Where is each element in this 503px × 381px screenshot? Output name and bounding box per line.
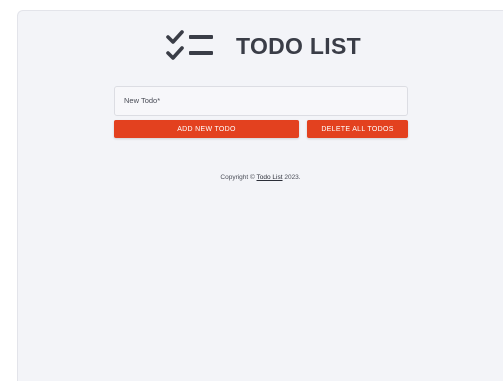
app-container: TODO LIST New Todo* ADD NEW TODO DELETE … [17,10,503,381]
copyright-year: 2023. [282,174,301,181]
footer-link[interactable]: Todo List [257,174,283,181]
app-header: TODO LIST [18,29,503,63]
delete-all-button[interactable]: DELETE ALL TODOS [307,120,408,138]
checklist-icon [166,30,214,60]
copyright-prefix: Copyright © [220,174,257,181]
add-todo-button[interactable]: ADD NEW TODO [114,120,299,138]
footer-copyright: Copyright © Todo List 2023. [18,174,503,181]
new-todo-input[interactable]: New Todo* [114,86,408,116]
new-todo-label: New Todo* [124,96,161,105]
required-mark: * [157,96,161,105]
page-title: TODO LIST [236,32,361,59]
